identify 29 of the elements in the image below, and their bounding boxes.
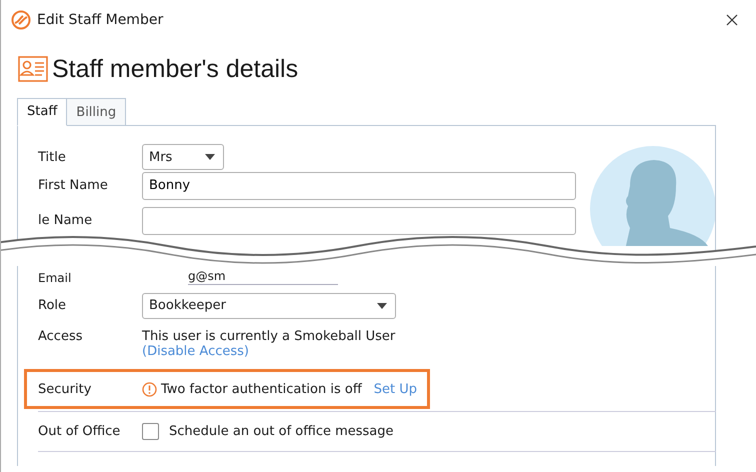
dropdown[interactable]: Bookkeeper [142,292,396,318]
warning-icon [142,382,157,396]
field-label: First Name [38,178,109,193]
checkbox-label: Schedule an out of office message [169,424,394,439]
field-label: Email [38,271,72,283]
field-label: Title [38,150,67,164]
id-card-icon [18,56,48,82]
field-label: Out of Office [38,424,122,439]
input-field[interactable]: Bonny [142,172,576,200]
field-label: Access [38,329,84,344]
access-status: This user is currently a Smokeball User [142,329,396,344]
field-label: Role [38,298,68,313]
field-label: Security [38,382,92,396]
field-value: g@sm [188,269,226,283]
close-icon[interactable] [726,14,738,26]
caret-icon [205,154,215,160]
window-title: Edit Staff Member [37,12,164,28]
field-label: le Name [38,213,94,228]
checkbox[interactable] [142,423,159,440]
disable-access-link[interactable]: (Disable Access) [142,344,396,359]
logo-icon [11,10,31,30]
dropdown[interactable]: Mrs [142,144,224,170]
tab[interactable]: Staff [17,98,68,126]
security-status: Two factor authentication is off [161,382,362,396]
caret-icon [377,302,387,308]
input-field[interactable] [142,206,576,234]
page-heading: Staff member's details [52,54,298,84]
tab[interactable]: Billing [66,98,126,126]
set-up-link[interactable]: Set Up [374,382,418,396]
